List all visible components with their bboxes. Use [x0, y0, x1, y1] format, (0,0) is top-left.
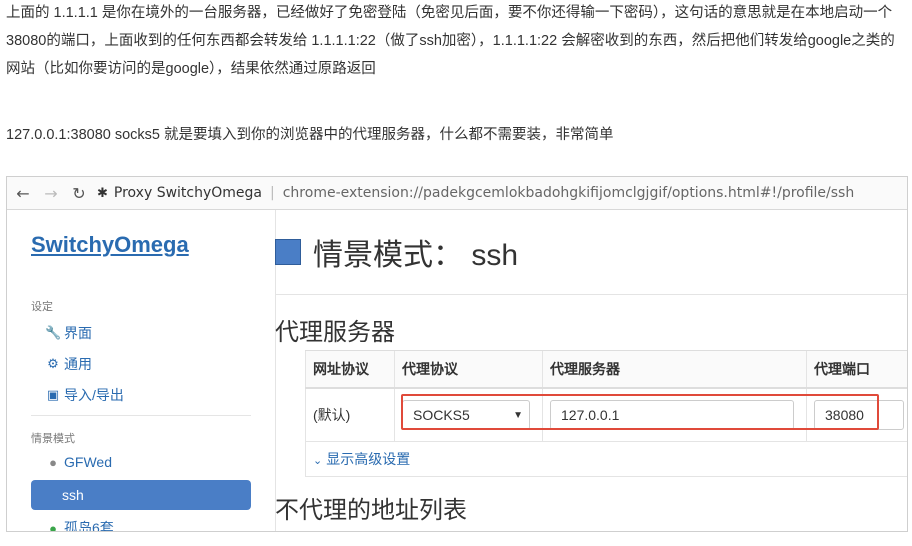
sidebar-item-import-export[interactable]: ▣ 导入/导出 [45, 385, 124, 405]
main-panel: 情景模式： ssh 代理服务器 网址协议 代理协议 代理服务器 代理端口 (默认… [275, 210, 907, 531]
url-separator: | [270, 185, 275, 201]
title-divider [275, 294, 907, 295]
scheme-cell: (默认) [305, 388, 395, 442]
sidebar-item-interface[interactable]: 🔧 界面 [45, 323, 92, 343]
table-row: (默认) SOCKS5 ▼ 127.0.0.1 38080 [305, 388, 907, 442]
tab-title: Proxy SwitchyOmega [113, 185, 263, 201]
profiles-header: 情景模式 [31, 433, 75, 445]
header-scheme: 网址协议 [305, 350, 395, 389]
proxy-section-title: 代理服务器 [275, 319, 395, 346]
reload-icon[interactable]: ↻ [69, 184, 89, 203]
protocol-select[interactable]: SOCKS5 ▼ [402, 400, 530, 430]
sidebar-item-label: 界面 [64, 325, 92, 341]
port-input[interactable]: 38080 [814, 400, 904, 430]
server-cell: 127.0.0.1 [542, 388, 807, 442]
chevron-down-icon: ▼ [513, 409, 523, 421]
sidebar-item-label: 孤岛6套 [64, 520, 114, 532]
arrow-right-icon[interactable]: → [41, 184, 61, 203]
sidebar-item-gudao[interactable]: ● 孤岛6套 [45, 518, 114, 532]
sidebar-item-label: GFWed [64, 454, 112, 470]
header-protocol: 代理协议 [394, 350, 543, 389]
server-input[interactable]: 127.0.0.1 [550, 400, 794, 430]
article-paragraph-1: 上面的 1.1.1.1 是你在境外的一台服务器，已经做好了免密登陆（免密见后面，… [6, 5, 895, 77]
protocol-cell: SOCKS5 ▼ [394, 388, 543, 442]
sidebar-item-label: 通用 [64, 356, 92, 372]
sidebar-item-label: 导入/导出 [64, 387, 124, 403]
bypass-section-title: 不代理的地址列表 [275, 497, 467, 524]
sidebar: SwitchyOmega 设定 🔧 界面 ⚙ 通用 ▣ 导入/导出 情景模式 ●… [7, 210, 276, 531]
sidebar-divider [31, 415, 251, 416]
browser-toolbar: ← → ↻ ✱ Proxy SwitchyOmega | chrome-exte… [7, 177, 907, 210]
settings-header: 设定 [31, 301, 53, 313]
address-bar-url[interactable]: chrome-extension://padekgcemlokbadohgkif… [283, 185, 855, 201]
puzzle-icon: ✱ [97, 185, 108, 201]
arrow-left-icon[interactable]: ← [13, 184, 33, 203]
brand-link[interactable]: SwitchyOmega [31, 232, 189, 258]
embedded-screenshot: ← → ↻ ✱ Proxy SwitchyOmega | chrome-exte… [6, 176, 908, 532]
show-advanced-link[interactable]: 显示高级设置 [326, 451, 410, 467]
article-paragraph-2: 127.0.0.1:38080 socks5 就是要填入到你的浏览器中的代理服务… [6, 127, 614, 143]
table-header-row: 网址协议 代理协议 代理服务器 代理端口 [305, 350, 907, 389]
profile-color-swatch[interactable] [275, 239, 301, 265]
header-port: 代理端口 [806, 350, 907, 389]
port-cell: 38080 [806, 388, 907, 442]
page-title-text: 情景模式： ssh [313, 239, 519, 272]
proxy-table: 网址协议 代理协议 代理服务器 代理端口 (默认) SOCKS5 ▼ 127.0… [305, 350, 907, 477]
sidebar-item-general[interactable]: ⚙ 通用 [45, 354, 92, 374]
globe-icon: ● [49, 520, 57, 532]
protocol-value: SOCKS5 [413, 407, 470, 423]
sidebar-item-ssh[interactable]: ssh [31, 480, 251, 510]
floppy-icon: ▣ [46, 387, 60, 402]
sidebar-item-gfwed[interactable]: ● GFWed [45, 454, 112, 470]
globe-icon: ● [49, 454, 57, 470]
header-server: 代理服务器 [542, 350, 807, 389]
page-title: 情景模式： ssh [275, 230, 518, 274]
gear-icon: ⚙ [47, 356, 59, 371]
advanced-row: ⌄ 显示高级设置 [305, 441, 907, 477]
chevron-down-icon: ⌄ [313, 455, 323, 467]
wrench-icon: 🔧 [45, 325, 62, 340]
advanced-cell: ⌄ 显示高级设置 [305, 441, 907, 477]
